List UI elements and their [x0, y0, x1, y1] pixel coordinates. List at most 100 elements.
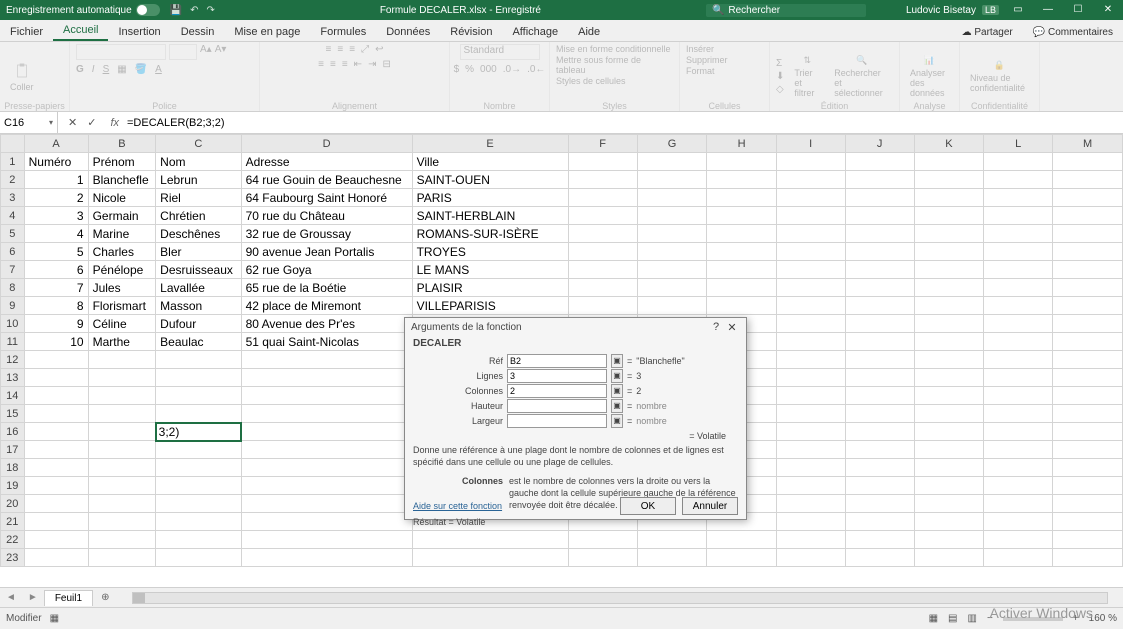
- cell-M2[interactable]: [1053, 171, 1123, 189]
- row-header-23[interactable]: 23: [1, 549, 25, 567]
- cell-E6[interactable]: TROYES: [412, 243, 568, 261]
- analyze-data-button[interactable]: 📊Analyser des données: [906, 53, 953, 100]
- fill-icon[interactable]: ⬇: [776, 71, 784, 82]
- cell-I3[interactable]: [776, 189, 845, 207]
- cell-L15[interactable]: [984, 405, 1053, 423]
- range-picker-icon-3[interactable]: ▣: [611, 399, 623, 413]
- cell-D6[interactable]: 90 avenue Jean Portalis: [241, 243, 412, 261]
- cell-B4[interactable]: Germain: [88, 207, 156, 225]
- cell-A19[interactable]: [24, 477, 88, 495]
- cell-L5[interactable]: [984, 225, 1053, 243]
- cell-M6[interactable]: [1053, 243, 1123, 261]
- tab-revision[interactable]: Révision: [440, 23, 502, 41]
- confidentiality-button[interactable]: 🔒Niveau de confidentialité: [966, 58, 1033, 95]
- cell-F23[interactable]: [568, 549, 637, 567]
- indent-increase-icon[interactable]: ⇥: [368, 59, 376, 70]
- cell-J1[interactable]: [845, 153, 914, 171]
- row-header-12[interactable]: 12: [1, 351, 25, 369]
- cell-L8[interactable]: [984, 279, 1053, 297]
- cell-B15[interactable]: [88, 405, 156, 423]
- row-header-21[interactable]: 21: [1, 513, 25, 531]
- autosave-toggle[interactable]: [136, 4, 160, 16]
- cell-G4[interactable]: [637, 207, 707, 225]
- cell-K10[interactable]: [914, 315, 983, 333]
- ribbon-options-icon[interactable]: ▭: [1003, 0, 1033, 20]
- cell-M12[interactable]: [1053, 351, 1123, 369]
- cell-C21[interactable]: [156, 513, 241, 531]
- cell-J18[interactable]: [845, 459, 914, 477]
- cell-J16[interactable]: [845, 423, 914, 441]
- arg-input-3[interactable]: [507, 399, 607, 413]
- cell-L21[interactable]: [984, 513, 1053, 531]
- cell-M16[interactable]: [1053, 423, 1123, 441]
- cell-K8[interactable]: [914, 279, 983, 297]
- cell-A5[interactable]: 4: [24, 225, 88, 243]
- cell-A10[interactable]: 9: [24, 315, 88, 333]
- cell-E7[interactable]: LE MANS: [412, 261, 568, 279]
- orientation-icon[interactable]: ⤢: [361, 44, 369, 55]
- cell-H7[interactable]: [707, 261, 776, 279]
- autosum-icon[interactable]: Σ: [776, 58, 784, 69]
- cell-A8[interactable]: 7: [24, 279, 88, 297]
- row-header-11[interactable]: 11: [1, 333, 25, 351]
- tab-accueil[interactable]: Accueil: [53, 21, 108, 41]
- row-header-5[interactable]: 5: [1, 225, 25, 243]
- tab-aide[interactable]: Aide: [568, 23, 610, 41]
- cell-L1[interactable]: [984, 153, 1053, 171]
- cell-M19[interactable]: [1053, 477, 1123, 495]
- sheet-tab[interactable]: Feuil1: [44, 590, 93, 606]
- conditional-format-button[interactable]: Mise en forme conditionnelle: [556, 44, 671, 54]
- cell-L9[interactable]: [984, 297, 1053, 315]
- cell-B19[interactable]: [88, 477, 156, 495]
- cell-K15[interactable]: [914, 405, 983, 423]
- cell-I15[interactable]: [776, 405, 845, 423]
- delete-cells-button[interactable]: Supprimer: [686, 55, 728, 65]
- find-select-button[interactable]: 🔍Rechercher et sélectionner: [830, 53, 893, 100]
- cell-J4[interactable]: [845, 207, 914, 225]
- cell-C1[interactable]: Nom: [156, 153, 241, 171]
- cell-I16[interactable]: [776, 423, 845, 441]
- cell-H2[interactable]: [707, 171, 776, 189]
- dialog-help-icon[interactable]: ?: [708, 321, 724, 333]
- row-header-19[interactable]: 19: [1, 477, 25, 495]
- cell-C10[interactable]: Dufour: [156, 315, 241, 333]
- cell-K2[interactable]: [914, 171, 983, 189]
- cell-I22[interactable]: [776, 531, 845, 549]
- column-header-A[interactable]: A: [24, 135, 88, 153]
- cell-B17[interactable]: [88, 441, 156, 459]
- cell-C17[interactable]: [156, 441, 241, 459]
- cell-K14[interactable]: [914, 387, 983, 405]
- redo-icon[interactable]: ↷: [206, 5, 214, 16]
- cell-F22[interactable]: [568, 531, 637, 549]
- cell-K19[interactable]: [914, 477, 983, 495]
- cell-B3[interactable]: Nicole: [88, 189, 156, 207]
- cell-K4[interactable]: [914, 207, 983, 225]
- cell-I8[interactable]: [776, 279, 845, 297]
- merge-icon[interactable]: ⊟: [382, 59, 390, 70]
- indent-decrease-icon[interactable]: ⇤: [354, 59, 362, 70]
- cell-L4[interactable]: [984, 207, 1053, 225]
- align-top-icon[interactable]: ≡: [326, 44, 332, 55]
- currency-icon[interactable]: $: [454, 64, 460, 75]
- cell-C8[interactable]: Lavallée: [156, 279, 241, 297]
- cell-D4[interactable]: 70 rue du Château: [241, 207, 412, 225]
- arg-input-4[interactable]: [507, 414, 607, 428]
- cell-C16[interactable]: 3;2): [156, 423, 241, 441]
- cell-M18[interactable]: [1053, 459, 1123, 477]
- horizontal-scrollbar[interactable]: [132, 592, 1108, 604]
- font-name-dropdown[interactable]: [76, 44, 166, 60]
- cell-K12[interactable]: [914, 351, 983, 369]
- cell-D7[interactable]: 62 rue Goya: [241, 261, 412, 279]
- cell-B7[interactable]: Pénélope: [88, 261, 156, 279]
- column-header-C[interactable]: C: [156, 135, 241, 153]
- align-right-icon[interactable]: ≡: [342, 59, 348, 70]
- tab-affichage[interactable]: Affichage: [502, 23, 568, 41]
- cell-D3[interactable]: 64 Faubourg Saint Honoré: [241, 189, 412, 207]
- cell-A12[interactable]: [24, 351, 88, 369]
- insert-cells-button[interactable]: Insérer: [686, 44, 714, 54]
- cell-I19[interactable]: [776, 477, 845, 495]
- macro-record-icon[interactable]: ▦: [50, 613, 59, 624]
- cell-B20[interactable]: [88, 495, 156, 513]
- cell-K22[interactable]: [914, 531, 983, 549]
- cell-D12[interactable]: [241, 351, 412, 369]
